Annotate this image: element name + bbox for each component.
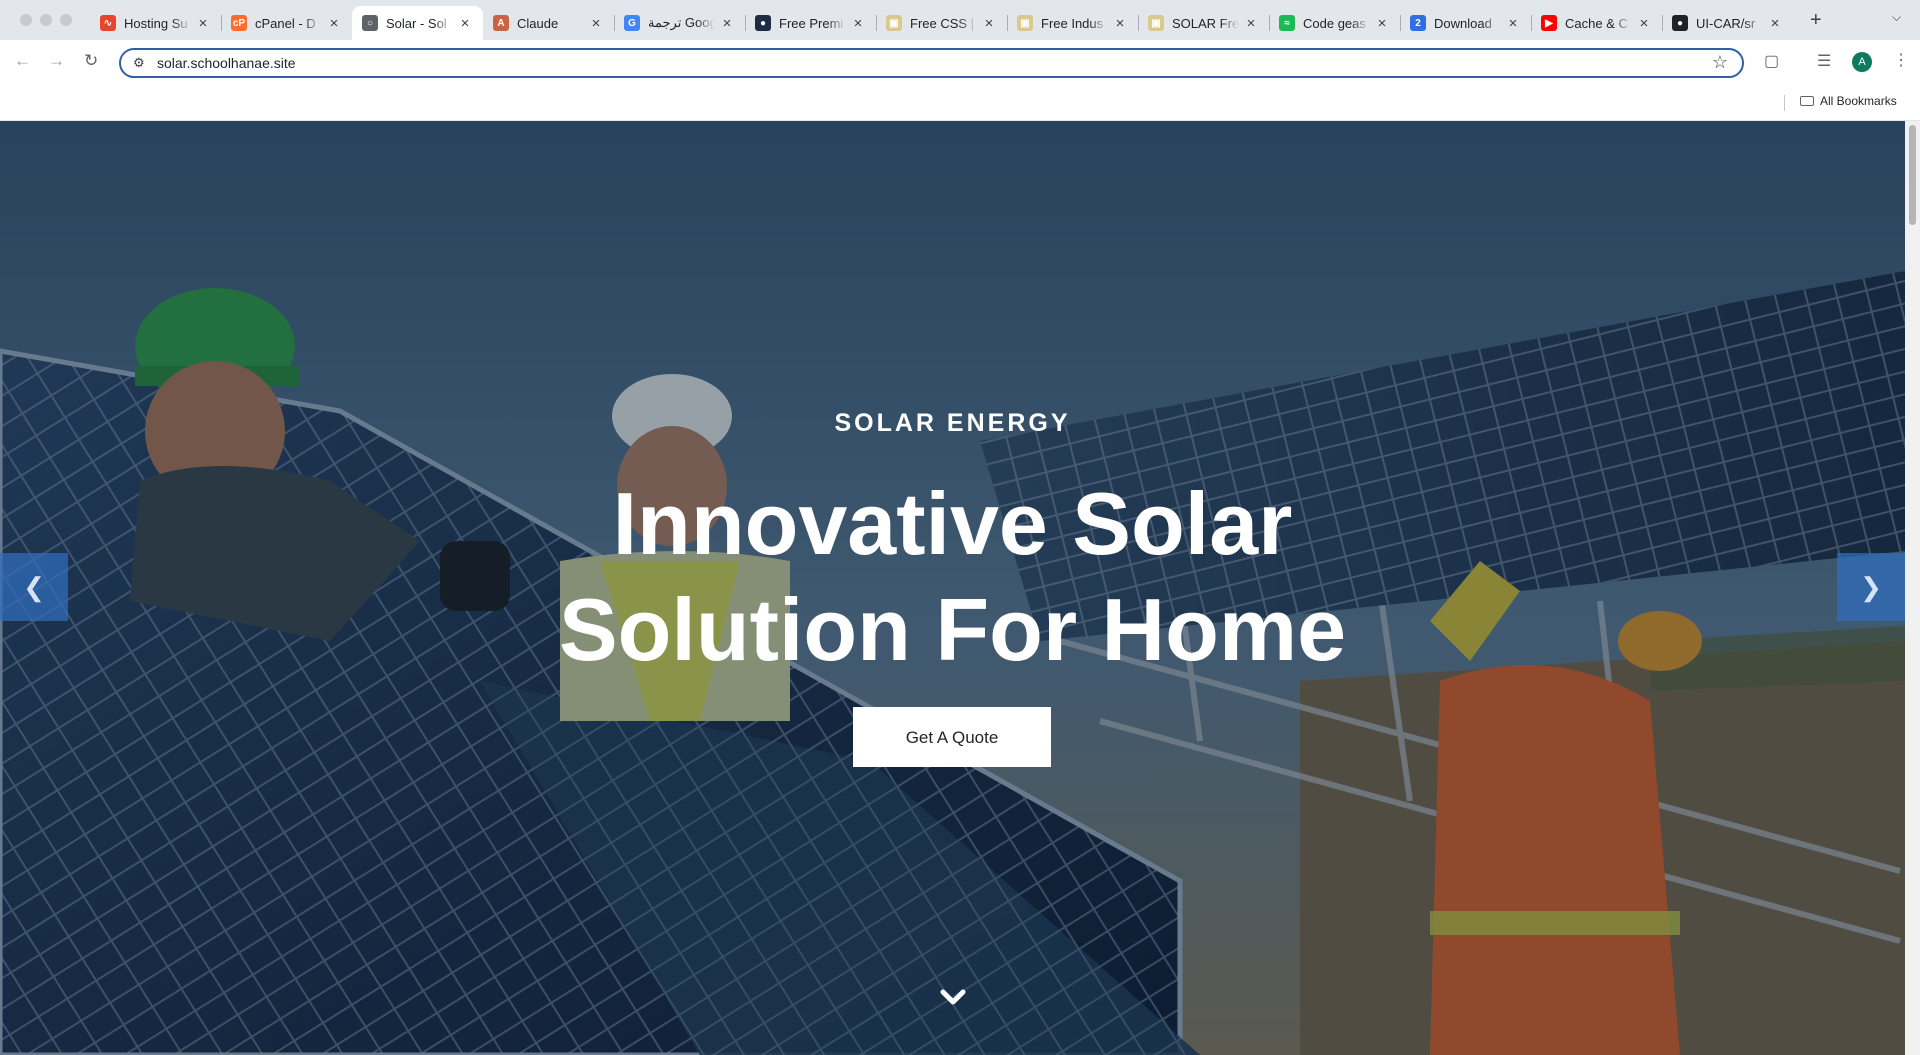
tab-title: ترجمة Google xyxy=(648,15,715,30)
cpanel-logo-icon: cP xyxy=(231,15,247,31)
bookmark-star-icon[interactable]: ☆ xyxy=(1712,52,1728,73)
minimize-window-button[interactable] xyxy=(40,14,52,26)
browser-tab[interactable]: cP cPanel - D × xyxy=(221,6,352,40)
forward-arrow-icon[interactable]: → xyxy=(48,51,65,71)
extensions-icon[interactable]: ▢ xyxy=(1764,51,1779,71)
carousel-next-button[interactable]: ❯ xyxy=(1837,553,1905,621)
zoom-window-button[interactable] xyxy=(60,14,72,26)
folder-icon xyxy=(1800,96,1814,106)
scroll-down-chevron-icon[interactable] xyxy=(938,985,968,1009)
site-info-icon[interactable]: ⚙ xyxy=(133,55,145,71)
download-logo-icon: 2 xyxy=(1410,15,1426,31)
scrollbar-thumb[interactable] xyxy=(1909,125,1916,225)
tab-title: Download xyxy=(1434,15,1492,31)
mask-logo-icon: ● xyxy=(755,15,771,31)
tab-strip: ∿ Hosting Su × cP cPanel - D × ○ Solar - Sol × A C… xyxy=(0,0,1920,40)
browser-tab[interactable]: 2 Download × xyxy=(1400,6,1531,40)
get-quote-button[interactable]: Get A Quote xyxy=(853,707,1051,767)
bookmarks-divider xyxy=(1784,95,1785,111)
page-scrollbar[interactable] xyxy=(1905,121,1920,1055)
browser-tab[interactable]: ▣ SOLAR Fre × xyxy=(1138,6,1269,40)
browser-tab[interactable]: ○ Solar - Sol × xyxy=(352,6,483,40)
hero-subtitle: SOLAR ENERGY xyxy=(834,409,1071,437)
tab-close-icon[interactable]: × xyxy=(326,15,342,32)
tab-title: Free CSS | xyxy=(910,15,975,31)
tab-close-icon[interactable]: × xyxy=(719,15,735,32)
browser-tab[interactable]: ≈ Code geas × xyxy=(1269,6,1400,40)
all-bookmarks-label: All Bookmarks xyxy=(1820,94,1897,108)
browser-toolbar: ← → ↻ ⚙ solar.schoolhanae.site ☆ ▢ ☰ A ⋮ xyxy=(0,40,1920,85)
globe-icon: ○ xyxy=(362,15,378,31)
freecss-logo-icon: ▣ xyxy=(886,15,902,31)
tab-search-chevron-icon[interactable]: ⌵ xyxy=(1892,10,1901,25)
carousel-prev-button[interactable]: ❮ xyxy=(0,553,68,621)
tab-close-icon[interactable]: × xyxy=(1505,15,1521,32)
hero-title-line-2: Solution For Home xyxy=(558,580,1347,679)
browser-tab[interactable]: A Claude × xyxy=(483,6,614,40)
close-window-button[interactable] xyxy=(20,14,32,26)
browser-tab[interactable]: ● UI-CAR/sr × xyxy=(1662,6,1793,40)
hero-title: Innovative Solar Solution For Home xyxy=(0,471,1905,683)
new-tab-button[interactable]: + xyxy=(1810,8,1822,32)
window-controls xyxy=(20,14,72,26)
address-url[interactable]: solar.schoolhanae.site xyxy=(157,55,296,71)
profile-avatar[interactable]: A xyxy=(1852,52,1872,72)
tab-close-icon[interactable]: × xyxy=(1636,15,1652,32)
google-translate-icon: G xyxy=(624,15,640,31)
browser-tab[interactable]: ▣ Free CSS | × xyxy=(876,6,1007,40)
tab-title: Solar - Sol xyxy=(386,15,447,31)
freecss-logo-icon: ▣ xyxy=(1017,15,1033,31)
freecss-logo-icon: ▣ xyxy=(1148,15,1164,31)
tab-list: ∿ Hosting Su × cP cPanel - D × ○ Solar - Sol × A C… xyxy=(90,6,1793,40)
hosting-logo-icon: ∿ xyxy=(100,15,116,31)
back-arrow-icon[interactable]: ← xyxy=(14,51,31,71)
tab-title: SOLAR Fre xyxy=(1172,15,1239,31)
browser-menu-icon[interactable]: ⋮ xyxy=(1893,50,1909,70)
youtube-logo-icon: ▶ xyxy=(1541,15,1557,31)
tab-close-icon[interactable]: × xyxy=(1374,15,1390,32)
tab-title: Claude xyxy=(517,15,559,31)
claude-logo-icon: A xyxy=(493,15,509,31)
tab-title: Free Indus xyxy=(1041,15,1104,31)
tab-close-icon[interactable]: × xyxy=(1112,15,1128,32)
tab-close-icon[interactable]: × xyxy=(1767,15,1783,32)
bookmarks-bar: All Bookmarks xyxy=(0,85,1920,121)
tab-title: cPanel - D xyxy=(255,15,316,31)
tab-close-icon[interactable]: × xyxy=(981,15,997,32)
browser-tab[interactable]: ∿ Hosting Su × xyxy=(90,6,221,40)
tab-title: Hosting Su xyxy=(124,15,188,31)
tab-close-icon[interactable]: × xyxy=(850,15,866,32)
browser-tab[interactable]: G ترجمة Google × xyxy=(614,6,745,40)
github-logo-icon: ● xyxy=(1672,15,1688,31)
browser-tab[interactable]: ● Free Premi × xyxy=(745,6,876,40)
tab-title: Code geas xyxy=(1303,15,1366,31)
hero-title-line-1: Innovative Solar xyxy=(612,474,1293,573)
tab-title: UI-CAR/sr xyxy=(1696,15,1756,31)
chevron-left-icon: ❮ xyxy=(23,572,45,602)
page-viewport: SOLAR ENERGY Innovative Solar Solution F… xyxy=(0,121,1905,1055)
all-bookmarks-button[interactable]: All Bookmarks xyxy=(1800,94,1897,108)
reload-icon[interactable]: ↻ xyxy=(84,51,98,71)
tab-title: Free Premi xyxy=(779,15,844,31)
browser-tab[interactable]: ▣ Free Indus × xyxy=(1007,6,1138,40)
tab-close-icon[interactable]: × xyxy=(457,15,473,32)
tab-close-icon[interactable]: × xyxy=(195,15,211,32)
tab-close-icon[interactable]: × xyxy=(588,15,604,32)
tab-title: Cache & C xyxy=(1565,15,1628,31)
tab-close-icon[interactable]: × xyxy=(1243,15,1259,32)
browser-tab[interactable]: ▶ Cache & C × xyxy=(1531,6,1662,40)
media-controls-icon[interactable]: ☰ xyxy=(1817,51,1831,71)
chevron-right-icon: ❯ xyxy=(1860,572,1882,602)
spotify-logo-icon: ≈ xyxy=(1279,15,1295,31)
address-bar[interactable]: ⚙ solar.schoolhanae.site ☆ xyxy=(119,48,1744,78)
